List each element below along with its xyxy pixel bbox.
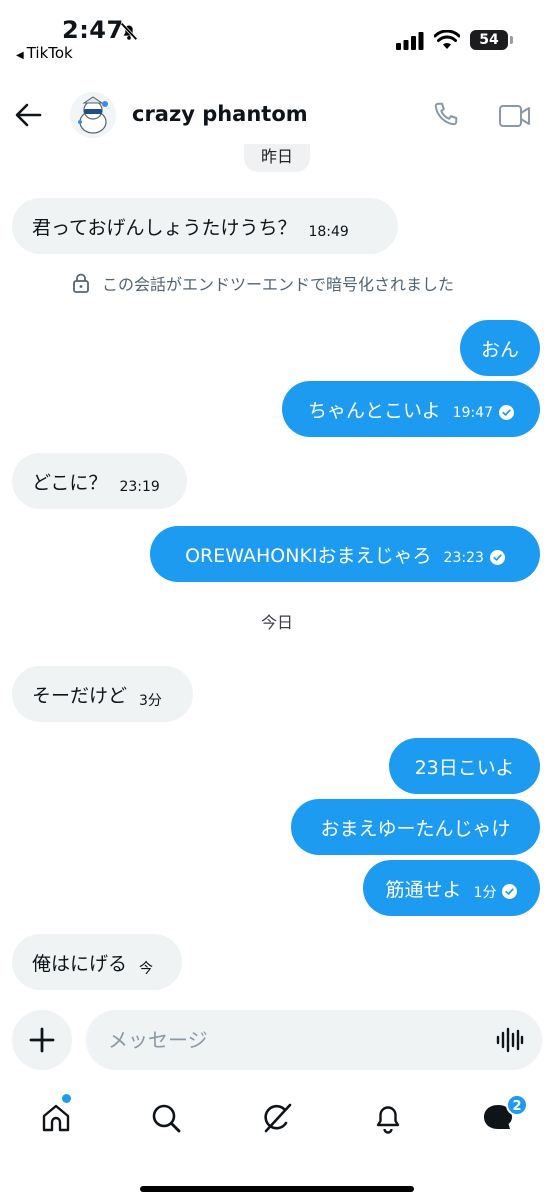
wifi-icon <box>434 30 460 49</box>
message-bubble-incoming[interactable]: 俺はにげる 今 <box>12 934 182 990</box>
read-receipt-icon <box>502 883 518 899</box>
conversation-header: crazy phantom <box>0 84 554 144</box>
message-bubble-incoming[interactable]: そーだけど 3分 <box>12 666 193 722</box>
message-time: 今 <box>139 961 154 977</box>
read-receipt-icon <box>489 549 505 565</box>
message-time: 19:47 <box>452 405 493 421</box>
phone-call-icon[interactable] <box>430 100 460 130</box>
battery-indicator: 54 <box>470 30 508 50</box>
avatar-illustration <box>70 92 116 138</box>
cellular-signal-icon <box>396 32 424 50</box>
back-to-app-link[interactable]: ◀ TikTok <box>16 44 73 62</box>
video-call-icon[interactable] <box>498 102 532 130</box>
contact-avatar[interactable] <box>70 92 116 138</box>
nav-search[interactable] <box>146 1098 186 1138</box>
message-bubble-outgoing[interactable]: ちゃんとこいよ 19:47 <box>282 381 540 437</box>
date-divider-today: 今日 <box>260 613 293 632</box>
message-time: 3分 <box>139 693 162 709</box>
message-input-container <box>86 1010 542 1070</box>
nav-home[interactable] <box>36 1098 76 1138</box>
message-text: 君っておげんしょうたけうち？ <box>32 216 297 239</box>
search-icon <box>152 1104 181 1133</box>
date-divider-yesterday: 昨日 <box>244 144 310 172</box>
home-icon <box>42 1104 70 1132</box>
back-arrow-icon[interactable] <box>14 100 44 130</box>
message-text: 俺はにげる <box>32 952 128 975</box>
message-bubble-outgoing[interactable]: OREWAHONKIおまえじゃろ 23:23 <box>150 526 540 582</box>
message-time: 23:19 <box>119 479 160 495</box>
message-bubble-outgoing[interactable]: おまえゆーたんじゃけ <box>291 799 540 855</box>
message-text: おん <box>480 338 519 361</box>
nav-grok[interactable] <box>257 1098 297 1138</box>
message-time: 18:49 <box>308 224 349 240</box>
message-bubble-outgoing[interactable]: 23日こいよ <box>389 738 540 794</box>
message-text: OREWAHONKIおまえじゃろ <box>185 544 432 567</box>
message-text: 23日こいよ <box>414 756 515 779</box>
message-time: 23:23 <box>443 550 484 566</box>
bell-off-icon <box>120 22 138 41</box>
home-notification-dot <box>62 1094 71 1103</box>
encryption-notice: この会話がエンドツーエンドで暗号化されました <box>72 270 454 296</box>
voice-message-icon[interactable] <box>496 1027 524 1053</box>
message-input[interactable] <box>108 1010 488 1070</box>
bottom-navigation: 2 <box>0 1088 554 1148</box>
nav-notifications[interactable] <box>368 1098 408 1138</box>
lock-icon <box>73 273 89 293</box>
message-text: そーだけど <box>32 684 128 707</box>
plus-icon <box>29 1027 55 1053</box>
bell-icon <box>376 1106 400 1134</box>
message-text: ちゃんとこいよ <box>308 399 441 422</box>
attach-button[interactable] <box>12 1010 72 1070</box>
encryption-notice-text: この会話がエンドツーエンドで暗号化されました <box>102 275 455 294</box>
back-app-label: TikTok <box>26 44 73 62</box>
home-indicator <box>140 1186 414 1192</box>
message-time: 1分 <box>473 885 497 901</box>
message-bubble-outgoing[interactable]: 筋通せよ 1分 <box>363 860 540 916</box>
grok-icon <box>264 1103 292 1133</box>
message-bubble-incoming[interactable]: 君っておげんしょうたけうち？ 18:49 <box>12 198 398 254</box>
message-text: おまえゆーたんじゃけ <box>320 817 511 840</box>
contact-name[interactable]: crazy phantom <box>132 102 308 126</box>
status-bar: 2:47 ◀ TikTok 54 <box>0 0 554 70</box>
read-receipt-icon <box>498 404 514 420</box>
messages-badge: 2 <box>506 1094 528 1116</box>
message-bubble-outgoing[interactable]: おん <box>460 320 540 376</box>
status-time: 2:47 <box>62 16 124 44</box>
message-bubble-incoming[interactable]: どこに？ 23:19 <box>12 453 187 509</box>
message-text: 筋通せよ <box>385 878 462 901</box>
message-text: どこに？ <box>32 471 108 494</box>
battery-tip <box>510 36 513 44</box>
